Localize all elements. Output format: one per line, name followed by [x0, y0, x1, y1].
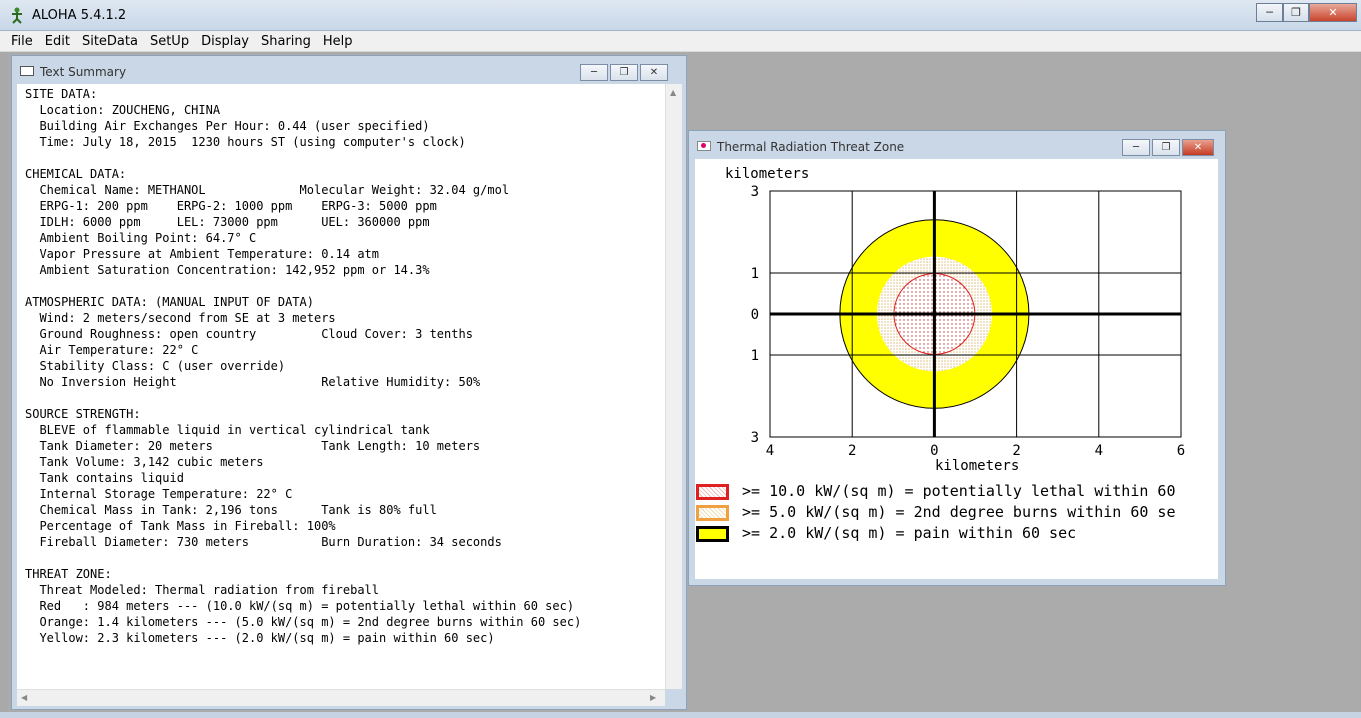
summary-line: Time: July 18, 2015 1230 hours ST (using… [25, 135, 466, 149]
summary-line: Fireball Diameter: 730 meters Burn Durat… [25, 535, 502, 549]
threat-zone-titlebar[interactable]: Thermal Radiation Threat Zone ─ ❐ ✕ [689, 131, 1225, 159]
summary-line: CHEMICAL DATA: [25, 167, 127, 181]
minimize-icon[interactable]: ─ [580, 64, 608, 81]
restore-icon[interactable]: ❐ [1152, 139, 1180, 156]
aloha-logo-icon [12, 7, 22, 24]
summary-line: BLEVE of flammable liquid in vertical cy… [25, 423, 430, 437]
threat-zone-window: Thermal Radiation Threat Zone ─ ❐ ✕ 3 1 0 1… [688, 130, 1226, 586]
menu-sharing[interactable]: Sharing [255, 31, 317, 51]
x-axis-unit: kilometers [935, 458, 1019, 474]
close-icon[interactable]: ✕ [1309, 3, 1357, 22]
summary-line: THREAT ZONE: [25, 567, 112, 581]
summary-line [25, 278, 665, 294]
legend-red-swatch [696, 484, 729, 500]
summary-line [25, 550, 665, 566]
summary-line: Tank Diameter: 20 meters Tank Length: 10… [25, 439, 481, 453]
legend-orange-label: >= 5.0 kW/(sq m) = 2nd degree burns with… [742, 503, 1176, 521]
y-tick-label: 0 [751, 307, 759, 323]
y-tick-label: 1 [751, 266, 759, 282]
legend-yellow-label: >= 2.0 kW/(sq m) = pain within 60 sec [742, 524, 1077, 542]
menu-sitedata[interactable]: SiteData [76, 31, 144, 51]
summary-line: ATMOSPHERIC DATA: (MANUAL INPUT OF DATA) [25, 295, 314, 309]
summary-line: Wind: 2 meters/second from SE at 3 meter… [25, 311, 336, 325]
summary-line: Ambient Boiling Point: 64.7° C [25, 231, 257, 245]
x-tick-label: 2 [848, 443, 856, 459]
legend-yellow-swatch [696, 526, 729, 542]
summary-line: Internal Storage Temperature: 22° C [25, 487, 293, 501]
text-summary-title: Text Summary [40, 65, 127, 79]
menu-file[interactable]: File [0, 31, 39, 51]
window-bottom-border [0, 712, 1361, 718]
text-summary-titlebar[interactable]: Text Summary ─ ❐ ✕ [12, 56, 686, 84]
summary-line: Tank contains liquid [25, 471, 184, 485]
x-tick-label: 0 [930, 443, 938, 459]
x-tick-label: 6 [1177, 443, 1185, 459]
restore-icon[interactable]: ❐ [610, 64, 638, 81]
summary-line: Chemical Name: METHANOL Molecular Weight… [25, 183, 510, 197]
summary-line: ERPG-1: 200 ppm ERPG-2: 1000 ppm ERPG-3:… [25, 199, 437, 213]
threat-zone-plot-area: 3 1 0 1 3 4 2 0 2 4 6 kilometers kilometers >= 10.0 … [695, 159, 1218, 579]
minimize-icon[interactable]: ─ [1122, 139, 1150, 156]
summary-line: Orange: 1.4 kilometers --- (5.0 kW/(sq m… [25, 615, 582, 629]
summary-line [25, 390, 665, 406]
y-tick-label: 1 [751, 348, 759, 364]
summary-line: No Inversion Height Relative Humidity: 5… [25, 375, 481, 389]
scroll-up-icon[interactable]: ▲ [670, 88, 676, 97]
summary-line: Air Temperature: 22° C [25, 343, 199, 357]
summary-line: Stability Class: C (user override) [25, 359, 286, 373]
summary-line [25, 150, 665, 166]
threat-zone-icon [697, 141, 711, 151]
summary-line: Percentage of Tank Mass in Fireball: 100… [25, 519, 336, 533]
vertical-scrollbar[interactable]: ▲ [665, 84, 682, 689]
y-tick-label: 3 [751, 184, 759, 200]
text-summary-controls: ─ ❐ ✕ [580, 64, 668, 81]
horizontal-scrollbar[interactable]: ◀ ▶ [17, 689, 665, 706]
legend-red-label: >= 10.0 kW/(sq m) = potentially lethal w… [742, 482, 1176, 500]
summary-line: SOURCE STRENGTH: [25, 407, 141, 421]
minimize-icon[interactable]: ─ [1256, 3, 1283, 22]
summary-line: SITE DATA: [25, 87, 98, 101]
summary-line: IDLH: 6000 ppm LEL: 73000 ppm UEL: 36000… [25, 215, 430, 229]
x-tick-label: 4 [1095, 443, 1103, 459]
menu-display[interactable]: Display [195, 31, 255, 51]
threat-zone-controls: ─ ❐ ✕ [1122, 139, 1214, 156]
summary-line: Ground Roughness: open country Cloud Cov… [25, 327, 473, 341]
summary-line: Threat Modeled: Thermal radiation from f… [25, 583, 380, 597]
app-title: ALOHA 5.4.1.2 [32, 8, 127, 23]
restore-icon[interactable]: ❐ [1283, 3, 1309, 22]
menu-edit[interactable]: Edit [39, 31, 76, 51]
y-tick-label: 3 [751, 430, 759, 446]
scroll-right-icon[interactable]: ▶ [650, 693, 656, 702]
x-tick-label: 2 [1012, 443, 1020, 459]
summary-line: Ambient Saturation Concentration: 142,95… [25, 263, 430, 277]
app-window-controls: ─ ❐ ✕ [1256, 3, 1357, 22]
app-titlebar: ALOHA 5.4.1.2 ─ ❐ ✕ [0, 0, 1361, 31]
close-icon[interactable]: ✕ [1182, 139, 1214, 156]
summary-line: Vapor Pressure at Ambient Temperature: 0… [25, 247, 380, 261]
scroll-left-icon[interactable]: ◀ [21, 693, 27, 702]
summary-line: Location: ZOUCHENG, CHINA [25, 103, 221, 117]
summary-line: Yellow: 2.3 kilometers --- (2.0 kW/(sq m… [25, 631, 495, 645]
document-icon [20, 66, 34, 76]
threat-zone-plot: 310134 2 0 2 4 6kilometerskilometers [725, 166, 1185, 474]
summary-text-area[interactable]: SITE DATA: Location: ZOUCHENG, CHINA Bui… [17, 84, 665, 689]
x-tick-label: 4 [766, 443, 774, 459]
summary-line: Tank Volume: 3,142 cubic meters [25, 455, 264, 469]
text-summary-window: Text Summary ─ ❐ ✕ SITE DATA: Location: … [11, 55, 687, 710]
summary-line: Building Air Exchanges Per Hour: 0.44 (u… [25, 119, 430, 133]
legend-orange-swatch [696, 505, 729, 521]
close-icon[interactable]: ✕ [640, 64, 668, 81]
menu-help[interactable]: Help [317, 31, 359, 51]
menu-bar: File Edit SiteData SetUp Display Sharing… [0, 31, 1361, 52]
summary-line: Red : 984 meters --- (10.0 kW/(sq m) = p… [25, 599, 575, 613]
threat-zone-title: Thermal Radiation Threat Zone [717, 140, 905, 154]
summary-line: Chemical Mass in Tank: 2,196 tons Tank i… [25, 503, 437, 517]
summary-text: SITE DATA: Location: ZOUCHENG, CHINA Bui… [17, 84, 665, 646]
y-axis-unit: kilometers [725, 166, 809, 182]
menu-setup[interactable]: SetUp [144, 31, 195, 51]
